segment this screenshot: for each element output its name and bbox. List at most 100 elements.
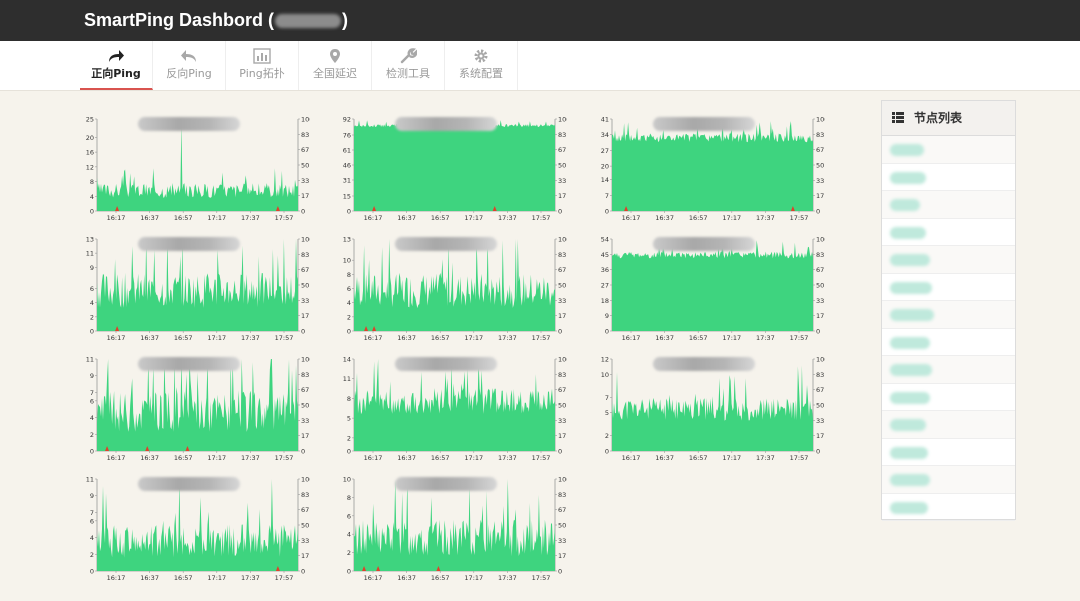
node-list-item[interactable] <box>882 301 1015 329</box>
y-tick-label-right: 83 <box>301 371 309 379</box>
tab-reverse-ping[interactable]: 反向Ping <box>153 41 226 90</box>
node-list-item[interactable] <box>882 466 1015 494</box>
y-tick-label-right: 67 <box>558 266 566 274</box>
y-tick-label-left: 13 <box>86 236 94 244</box>
ping-chart: 0 9 18 27 36 45 54 0 17 33 50 67 83 100 16:17 16:37 16:5… <box>595 232 825 346</box>
y-tick-label-left: 6 <box>347 512 351 520</box>
tab-national-latency[interactable]: 全国延迟 <box>299 41 372 90</box>
latency-area <box>354 239 555 331</box>
y-tick-label-right: 50 <box>558 162 566 170</box>
node-list-item[interactable] <box>882 329 1015 356</box>
y-tick-label-left: 46 <box>343 162 351 170</box>
y-tick-label-left: 9 <box>90 372 94 380</box>
x-tick-label: 17:17 <box>207 334 226 342</box>
y-tick-label-left: 27 <box>601 282 609 290</box>
x-tick-label: 16:57 <box>431 334 450 342</box>
x-tick-label: 17:57 <box>790 454 809 462</box>
y-tick-label-left: 9 <box>605 312 609 320</box>
y-tick-label-right: 17 <box>301 312 309 320</box>
redacted-node-name <box>890 281 932 294</box>
x-tick-label: 16:37 <box>140 574 159 582</box>
y-tick-label-right: 33 <box>301 417 309 425</box>
x-tick-label: 16:17 <box>107 574 126 582</box>
node-list-title: 节点列表 <box>914 111 963 125</box>
tab-forward-ping[interactable]: 正向Ping <box>80 41 153 90</box>
y-tick-label-right: 17 <box>558 432 566 440</box>
y-tick-label-right: 50 <box>816 402 824 410</box>
y-tick-label-left: 10 <box>601 371 609 379</box>
node-list-item[interactable] <box>882 191 1015 219</box>
y-tick-label-left: 7 <box>90 509 94 517</box>
y-tick-label-left: 9 <box>90 264 94 272</box>
y-tick-label-left: 76 <box>343 132 351 140</box>
y-tick-label-right: 33 <box>301 297 309 305</box>
redacted-node-name <box>890 226 926 239</box>
y-tick-label-right: 50 <box>301 162 309 170</box>
list-icon <box>892 112 904 123</box>
x-tick-label: 16:57 <box>431 574 450 582</box>
y-tick-label-right: 100 <box>558 476 567 484</box>
x-tick-label: 17:17 <box>464 574 483 582</box>
y-tick-label-left: 14 <box>343 356 351 364</box>
node-list-item[interactable] <box>882 384 1015 411</box>
node-list-item[interactable] <box>882 164 1015 191</box>
tab-system-settings[interactable]: 系统配置 <box>445 41 518 90</box>
node-list-item[interactable] <box>882 494 1015 521</box>
y-tick-label-right: 0 <box>301 328 305 336</box>
node-list-item[interactable] <box>882 439 1015 466</box>
node-list-item[interactable] <box>882 274 1015 301</box>
y-tick-label-left: 0 <box>605 448 609 456</box>
y-tick-label-right: 50 <box>558 522 566 530</box>
x-tick-label: 16:57 <box>174 334 193 342</box>
x-tick-label: 16:17 <box>364 574 383 582</box>
x-tick-label: 16:17 <box>622 334 641 342</box>
x-tick-label: 16:17 <box>107 214 126 222</box>
node-list-item[interactable] <box>882 219 1015 246</box>
chart-title-redacted <box>653 117 755 131</box>
x-tick-label: 16:57 <box>431 454 450 462</box>
redacted-node-name <box>890 419 926 431</box>
y-tick-label-left: 20 <box>86 134 94 142</box>
x-tick-label: 16:57 <box>174 454 193 462</box>
reply-arrow-icon <box>153 48 225 64</box>
x-tick-label: 17:37 <box>756 454 775 462</box>
y-tick-label-left: 6 <box>90 517 94 525</box>
y-tick-label-right: 83 <box>816 371 824 379</box>
node-list-item[interactable] <box>882 246 1015 274</box>
x-tick-label: 17:37 <box>498 454 517 462</box>
y-tick-label-left: 2 <box>347 549 351 557</box>
y-tick-label-right: 100 <box>816 356 825 364</box>
y-tick-label-right: 17 <box>816 192 824 200</box>
y-tick-label-right: 0 <box>301 448 305 456</box>
x-tick-label: 17:17 <box>722 454 741 462</box>
y-tick-label-right: 50 <box>816 162 824 170</box>
latency-area <box>97 122 298 211</box>
y-tick-label-left: 7 <box>605 192 609 200</box>
y-tick-label-right: 17 <box>558 192 566 200</box>
tab-diagnostic-tools[interactable]: 检测工具 <box>372 41 445 90</box>
tab-ping-topology[interactable]: Ping拓扑 <box>226 41 299 90</box>
y-tick-label-right: 67 <box>558 386 566 394</box>
x-tick-label: 16:37 <box>397 454 416 462</box>
node-list-item[interactable] <box>882 136 1015 164</box>
y-tick-label-right: 83 <box>558 491 566 499</box>
x-tick-label: 16:17 <box>622 214 641 222</box>
y-tick-label-left: 0 <box>90 208 94 216</box>
app-title-suffix: ) <box>342 10 349 30</box>
node-list-item[interactable] <box>882 411 1015 439</box>
y-tick-label-left: 0 <box>347 448 351 456</box>
y-tick-label-left: 4 <box>347 299 351 307</box>
y-tick-label-right: 100 <box>558 356 567 364</box>
y-tick-label-right: 50 <box>558 282 566 290</box>
latency-area <box>97 239 298 331</box>
y-tick-label-right: 33 <box>816 297 824 305</box>
redacted-hostname <box>275 14 342 29</box>
y-tick-label-right: 50 <box>301 282 309 290</box>
y-tick-label-left: 11 <box>343 375 351 383</box>
redacted-node-name <box>890 199 920 211</box>
chart-title-redacted <box>138 237 240 251</box>
node-list-item[interactable] <box>882 356 1015 384</box>
wrench-icon <box>372 48 444 64</box>
y-tick-label-right: 100 <box>816 236 825 244</box>
x-tick-label: 17:57 <box>275 454 294 462</box>
